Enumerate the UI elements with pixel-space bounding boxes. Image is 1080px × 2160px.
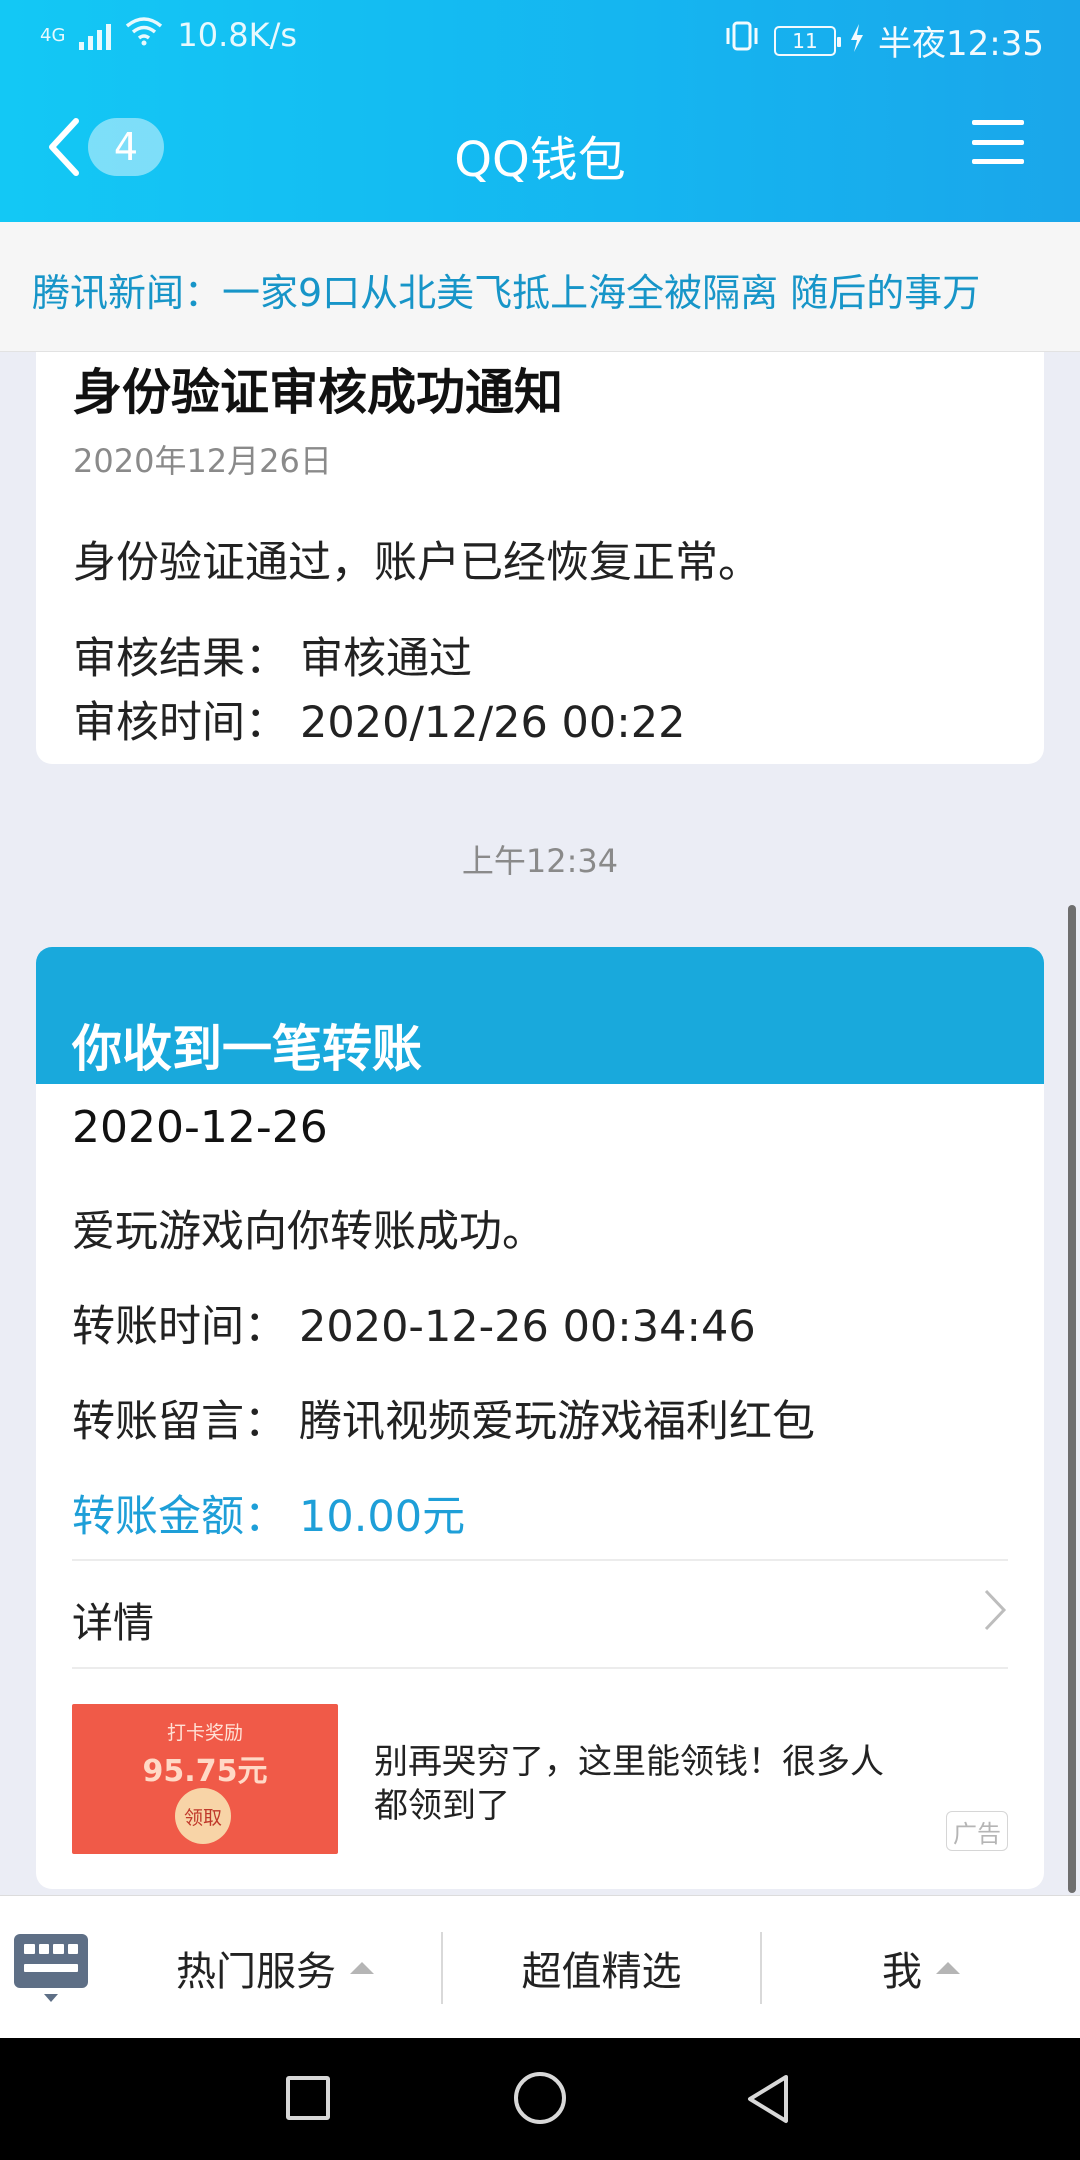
details-label: 详情 bbox=[72, 1599, 154, 1647]
transfer-note-label: 转账留言： bbox=[72, 1397, 287, 1447]
service-bar: 热门服务 超值精选 我 bbox=[0, 1895, 1080, 2038]
review-result-value: 审核通过 bbox=[300, 634, 472, 684]
ad-text[interactable]: 别再哭穷了，这里能领钱！很多人都领到了 bbox=[374, 1740, 914, 1828]
message-timestamp: 上午12:34 bbox=[461, 842, 619, 880]
transfer-header: 你收到一笔转账 bbox=[36, 947, 1044, 1084]
menu-icon[interactable] bbox=[972, 120, 1024, 164]
vibrate-icon bbox=[724, 20, 760, 61]
signal-icon bbox=[79, 20, 112, 50]
navigation-bar: 4 QQ钱包 bbox=[0, 90, 1080, 210]
ad-banner[interactable]: 打卡奖励 95.75元 领取 别再哭穷了，这里能领钱！很多人都领到了 广告 bbox=[72, 1704, 1008, 1864]
page-title: QQ钱包 bbox=[454, 132, 626, 188]
me-label: 我 bbox=[882, 1948, 922, 1995]
ad-image[interactable]: 打卡奖励 95.75元 领取 bbox=[72, 1704, 338, 1854]
ad-tag: 广告 bbox=[946, 1811, 1008, 1851]
transfer-notice-card[interactable]: 你收到一笔转账 2020-12-26 爱玩游戏向你转账成功。 转账时间： 2020… bbox=[36, 947, 1044, 1889]
back-triangle-icon[interactable] bbox=[742, 2072, 794, 2126]
divider bbox=[72, 1667, 1008, 1669]
transfer-time-label: 转账时间： bbox=[72, 1302, 287, 1352]
chevron-right-icon bbox=[984, 1589, 1007, 1631]
battery-level: 11 bbox=[792, 28, 818, 53]
transfer-time-value: 2020-12-26 00:34:46 bbox=[299, 1302, 756, 1352]
transfer-message: 爱玩游戏向你转账成功。 bbox=[72, 1207, 545, 1257]
notice-date: 2020年12月26日 bbox=[73, 442, 332, 480]
home-button[interactable] bbox=[514, 2072, 566, 2124]
transfer-amount-row: 转账金额： 10.00元 bbox=[72, 1482, 465, 1544]
deals-label: 超值精选 bbox=[521, 1948, 682, 1995]
verification-notice-card: 身份验证审核成功通知 2020年12月26日 身份验证通过，账户已经恢复正常。 … bbox=[36, 352, 1044, 764]
battery-icon: 11 bbox=[774, 25, 842, 56]
caret-up-icon bbox=[350, 1961, 374, 1974]
news-ticker[interactable]: 腾讯新闻：一家9口从北美飞抵上海全被隔离 随后的事万 bbox=[0, 222, 1080, 352]
hot-services-label: 热门服务 bbox=[176, 1948, 336, 1995]
wifi-icon bbox=[125, 16, 163, 54]
charging-icon bbox=[850, 21, 864, 61]
notice-message: 身份验证通过，账户已经恢复正常。 bbox=[73, 538, 761, 588]
transfer-note-row: 转账留言： 腾讯视频爱玩游戏福利红包 bbox=[72, 1387, 815, 1449]
transfer-time-row: 转账时间： 2020-12-26 00:34:46 bbox=[72, 1292, 756, 1354]
system-navigation-bar bbox=[0, 2038, 1080, 2160]
ad-claim-button[interactable]: 领取 bbox=[175, 1788, 231, 1844]
transfer-note-value: 腾讯视频爱玩游戏福利红包 bbox=[299, 1397, 815, 1447]
deals-tab[interactable]: 超值精选 bbox=[443, 1896, 760, 2039]
review-result-row: 审核结果： 审核通过 bbox=[73, 624, 472, 686]
app-header: 4G 10.8K/s 11 半夜12:35 4 QQ钱包 bbox=[0, 0, 1080, 222]
transfer-date: 2020-12-26 bbox=[72, 1102, 328, 1153]
clock: 半夜12:35 bbox=[878, 24, 1044, 64]
transfer-amount-label: 转账金额： bbox=[72, 1492, 287, 1542]
caret-up-icon bbox=[936, 1961, 960, 1974]
review-time-value: 2020/12/26 00:22 bbox=[300, 698, 686, 748]
network-type: 4G bbox=[40, 24, 66, 46]
transfer-title: 你收到一笔转账 bbox=[72, 1020, 422, 1078]
news-ticker-text: 腾讯新闻：一家9口从北美飞抵上海全被隔离 随后的事万 bbox=[32, 271, 981, 315]
transfer-amount-value: 10.00元 bbox=[299, 1492, 466, 1542]
details-row[interactable]: 详情 bbox=[72, 1559, 1008, 1659]
ad-image-amount: 95.75元 bbox=[142, 1754, 268, 1789]
keyboard-icon[interactable] bbox=[14, 1934, 88, 1988]
hot-services-tab[interactable]: 热门服务 bbox=[110, 1896, 440, 2039]
notice-title: 身份验证审核成功通知 bbox=[73, 364, 564, 421]
review-time-label: 审核时间： bbox=[73, 698, 288, 748]
network-speed: 10.8K/s bbox=[177, 16, 298, 54]
scrollbar[interactable] bbox=[1068, 905, 1076, 1893]
caret-down-icon bbox=[44, 1994, 58, 2002]
review-result-label: 审核结果： bbox=[73, 634, 288, 684]
status-bar: 4G 10.8K/s 11 半夜12:35 bbox=[0, 0, 1080, 72]
me-tab[interactable]: 我 bbox=[762, 1896, 1080, 2039]
ad-image-caption: 打卡奖励 bbox=[166, 1722, 243, 1744]
recents-button[interactable] bbox=[286, 2076, 330, 2120]
review-time-row: 审核时间： 2020/12/26 00:22 bbox=[73, 688, 685, 750]
